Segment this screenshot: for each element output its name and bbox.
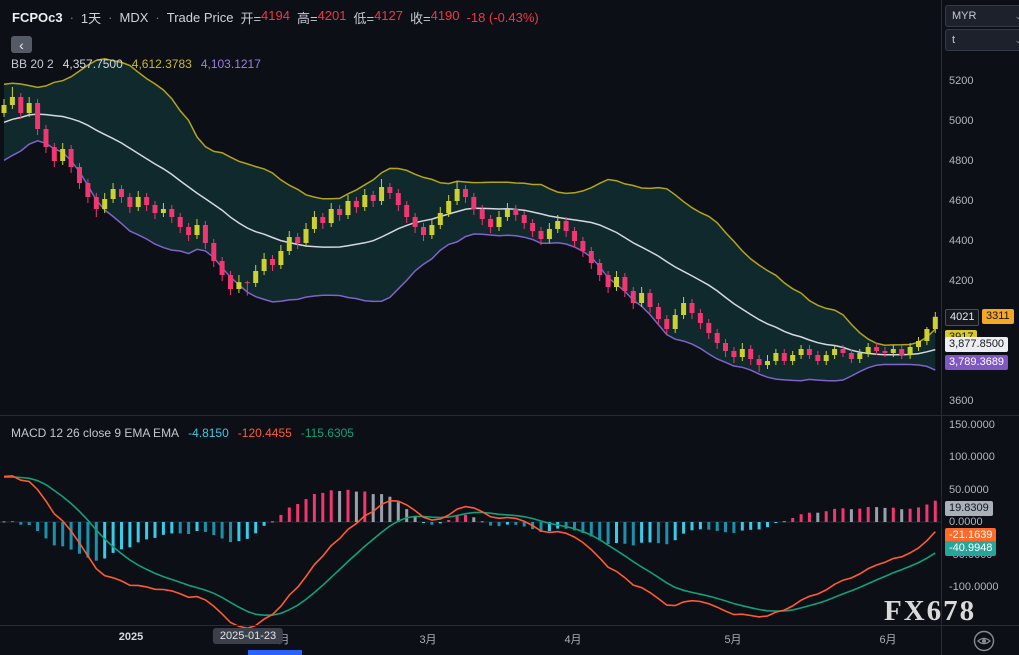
price-axis-tick: 4800 <box>949 154 973 168</box>
bb-indicator-legend[interactable]: BB 20 2 4,357.7500 4,612.3783 4,103.1217 <box>11 57 261 71</box>
macd-axis-tick: 150.0000 <box>949 418 995 432</box>
ohlc-high: 高=4201 <box>297 8 347 27</box>
macd-indicator-legend[interactable]: MACD 12 26 close 9 EMA EMA -4.8150 -120.… <box>11 426 354 440</box>
time-axis-label: 5月 <box>724 631 741 647</box>
interval-label[interactable]: 1天 <box>81 8 101 27</box>
bb-upper-value: 4,612.3783 <box>132 57 192 71</box>
macd-axis-tick: 100.0000 <box>949 450 995 464</box>
chevron-down-icon: ⌄ <box>1014 35 1019 46</box>
macd-hist-value: -4.8150 <box>188 426 229 440</box>
time-axis-label: 4月 <box>564 631 581 647</box>
price-change: -18 (-0.43%) <box>467 10 539 25</box>
chevron-down-icon: ⌄ <box>1014 11 1019 22</box>
currency-select[interactable]: MYR ⌄ <box>945 5 1019 27</box>
trading-chart-app: FCPOc3 · 1天 · MDX · Trade Price 开=4194 高… <box>0 0 1019 655</box>
currency-value: MYR <box>952 10 976 22</box>
time-axis[interactable]: 20252月2025-01-233月4月5月6月 <box>0 625 1019 655</box>
price-axis-tick: 5000 <box>949 114 973 128</box>
separator-dot: · <box>108 10 112 25</box>
macd-legend-title: MACD 12 26 close 9 EMA EMA <box>11 426 179 440</box>
bb-legend-title: BB 20 2 <box>11 57 54 71</box>
price-axis-tick: 4400 <box>949 234 973 248</box>
bb-basis-value: 4,357.7500 <box>63 57 123 71</box>
price-axis-tick: 4600 <box>949 194 973 208</box>
unit-select[interactable]: t ⌄ <box>945 29 1019 51</box>
macd-axis-tick: 0.0000 <box>949 515 983 529</box>
price-label: 3,789.3689 <box>945 355 1008 370</box>
macd-value-label: 19.8309 <box>945 501 993 516</box>
ohlc-close: 收=4190 <box>410 8 460 27</box>
ohlc-low: 低=4127 <box>353 8 403 27</box>
price-axis-tick: 4200 <box>949 274 973 288</box>
price-type-label: Trade Price <box>167 10 234 25</box>
price-axis[interactable]: MYR ⌄ t ⌄ 5200 5000 4800 4600 4400 4200 3600 15… <box>941 0 1019 655</box>
bb-lower-value: 4,103.1217 <box>201 57 261 71</box>
macd-line-value: -120.4455 <box>238 426 292 440</box>
chevron-left-icon: ‹ <box>19 38 24 52</box>
ohlc-open: 开=4194 <box>240 8 290 27</box>
time-axis-label: 6月 <box>879 631 896 647</box>
exchange-label: MDX <box>120 10 149 25</box>
price-label: 4021 <box>945 309 979 326</box>
symbol-name[interactable]: FCPOc3 <box>12 10 63 25</box>
pane-separator[interactable] <box>0 415 1019 416</box>
visibility-eye-button[interactable] <box>973 630 995 652</box>
macd-indicator-pane[interactable] <box>0 415 941 625</box>
price-axis-tick: 5200 <box>949 74 973 88</box>
unit-value: t <box>952 34 955 46</box>
time-axis-label: 2025 <box>119 631 143 643</box>
crosshair-date-label: 2025-01-23 <box>213 628 283 644</box>
separator-dot: · <box>155 10 159 25</box>
fx678-watermark: FX678 <box>884 595 976 628</box>
macd-value-label: -40.9948 <box>945 541 996 556</box>
price-label: 3311 <box>982 309 1014 324</box>
macd-axis-tick: -100.0000 <box>949 580 999 594</box>
price-axis-tick: 3600 <box>949 394 973 408</box>
back-button[interactable]: ‹ <box>11 36 32 53</box>
scrollbar-highlight[interactable] <box>248 650 302 655</box>
eye-icon <box>973 630 995 652</box>
macd-axis-tick: 50.0000 <box>949 483 989 497</box>
price-chart-pane[interactable] <box>0 28 941 415</box>
macd-signal-value: -115.6305 <box>301 426 354 440</box>
price-label: 3,877.8500 <box>945 337 1008 352</box>
time-axis-label: 3月 <box>419 631 436 647</box>
separator-dot: · <box>70 10 74 25</box>
symbol-info-bar: FCPOc3 · 1天 · MDX · Trade Price 开=4194 高… <box>12 8 539 27</box>
